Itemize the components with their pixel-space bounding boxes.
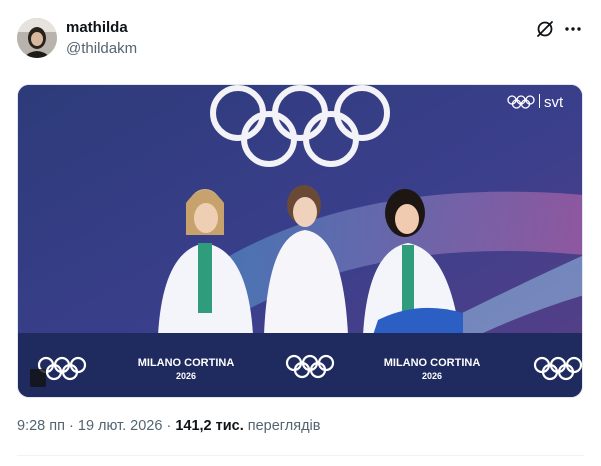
banner-year-left: 2026 xyxy=(176,371,196,381)
tweet-date[interactable]: 19 лют. 2026 xyxy=(78,418,163,434)
banner-text-left: MILANO CORTINA xyxy=(138,357,235,369)
meta-separator: · xyxy=(69,418,74,434)
views-count: 141,2 тис. xyxy=(175,418,244,434)
grok-slash-icon[interactable] xyxy=(534,18,556,40)
more-dots-icon[interactable] xyxy=(562,18,584,40)
tweet-card: mathilda @thildakm svt MILANO CORTINA 20… xyxy=(0,0,601,466)
meta-separator: · xyxy=(166,418,172,434)
divider xyxy=(17,455,584,456)
avatar[interactable] xyxy=(17,18,57,58)
banner-year-right: 2026 xyxy=(422,371,442,381)
views-label: переглядів xyxy=(247,418,321,434)
broadcaster-name: svt xyxy=(544,94,564,111)
athletes xyxy=(158,185,463,335)
tweet-time[interactable]: 9:28 пп xyxy=(17,418,65,434)
avatar-image xyxy=(17,18,57,58)
tweet-media[interactable]: svt MILANO CORTINA 2026 MILANO CORTINA 2… xyxy=(17,84,583,398)
media-image: svt MILANO CORTINA 2026 MILANO CORTINA 2… xyxy=(18,85,582,397)
author-name[interactable]: mathilda xyxy=(66,19,128,36)
author-handle[interactable]: @thildakm xyxy=(66,40,137,57)
banner-text-right: MILANO CORTINA xyxy=(384,357,481,369)
tweet-meta: 9:28 пп · 19 лют. 2026 · 141,2 тис. пере… xyxy=(17,418,320,434)
